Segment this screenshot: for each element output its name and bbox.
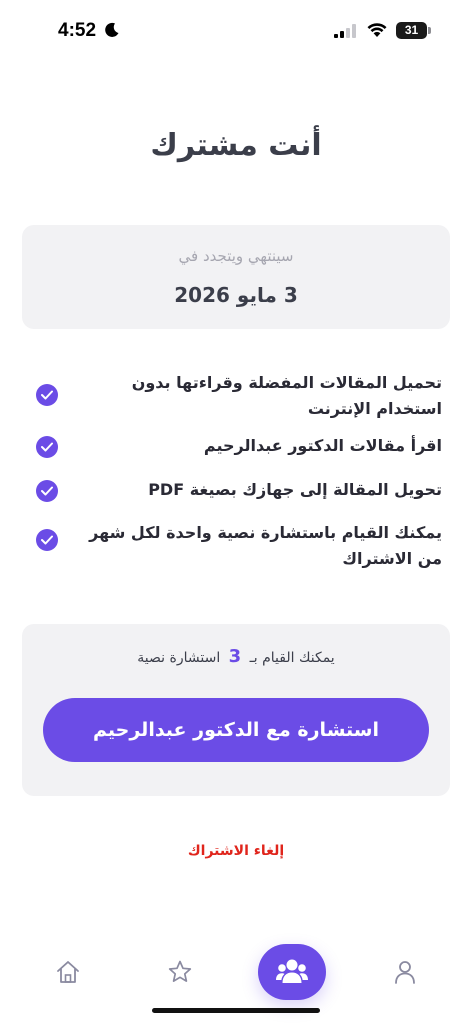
check-circle-icon	[36, 436, 58, 458]
status-bar: 4:52 31	[0, 0, 472, 62]
feature-item: تحميل المقالات المفضلة وقراءتها بدون است…	[30, 370, 442, 422]
feature-text: يمكنك القيام باستشارة نصية واحدة لكل شهر…	[89, 523, 442, 568]
consultation-note-suffix: استشارة نصية	[137, 650, 221, 666]
cellular-signal-icon	[334, 24, 356, 38]
renewal-card: سينتهي ويتجدد في 3 مايو 2026	[22, 225, 450, 329]
consultation-count: 3	[228, 646, 242, 667]
users-icon	[276, 959, 308, 983]
subscription-screen: 4:52 31 أنت مشترك سينتهي ويتجدد في 3 ماي…	[0, 0, 472, 1024]
feature-text: تحويل المقالة إلى جهازك بصيغة PDF	[148, 480, 442, 499]
consultation-card: يمكنك القيام بـ 3 استشارة نصية استشارة م…	[22, 624, 450, 796]
wifi-icon	[367, 23, 387, 37]
feature-item: يمكنك القيام باستشارة نصية واحدة لكل شهر…	[30, 520, 442, 572]
check-circle-icon	[36, 529, 58, 551]
home-icon[interactable]	[54, 958, 82, 986]
renewal-label: سينتهي ويتجدد في	[178, 247, 294, 265]
consult-doctor-button[interactable]: استشارة مع الدكتور عبدالرحيم	[43, 698, 429, 762]
status-time: 4:52	[58, 20, 97, 41]
battery-cap	[428, 27, 431, 34]
check-circle-icon	[36, 480, 58, 502]
moon-icon	[105, 22, 119, 37]
feature-item: اقرأ مقالات الدكتور عبدالرحيم	[30, 433, 442, 463]
home-indicator	[152, 1008, 320, 1013]
feature-item: تحويل المقالة إلى جهازك بصيغة PDF	[30, 477, 442, 507]
person-icon[interactable]	[391, 958, 419, 986]
star-icon[interactable]	[166, 958, 194, 986]
renewal-date: 3 مايو 2026	[174, 283, 298, 307]
feature-text: اقرأ مقالات الدكتور عبدالرحيم	[203, 436, 442, 455]
feature-text: تحميل المقالات المفضلة وقراءتها بدون است…	[131, 373, 442, 418]
check-circle-icon	[36, 384, 58, 406]
consultation-note-prefix: يمكنك القيام بـ	[249, 650, 335, 666]
consultation-note: يمكنك القيام بـ 3 استشارة نصية	[22, 646, 450, 667]
tab-community[interactable]	[258, 944, 326, 1000]
cancel-subscription-link[interactable]: إلغاء الاشتراك	[0, 843, 472, 859]
page-title: أنت مشترك	[150, 128, 322, 163]
battery-indicator: 31	[396, 22, 432, 39]
battery-level: 31	[396, 22, 427, 39]
